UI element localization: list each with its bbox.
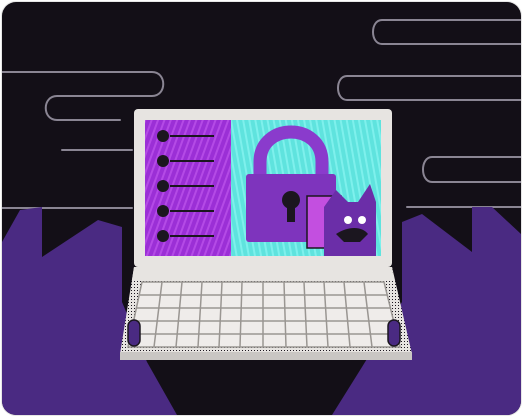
illustration-frame (2, 2, 521, 415)
bg-line-4 (2, 149, 133, 209)
laptop (120, 109, 412, 360)
laptop-base-top (132, 267, 394, 280)
keyboard (127, 281, 401, 348)
right-thumb (387, 319, 401, 347)
bg-line-5 (422, 156, 521, 183)
bg-line-1 (372, 19, 521, 45)
bg-line-3 (337, 75, 521, 101)
illustration-canvas (2, 19, 521, 415)
left-thumb (127, 319, 141, 347)
laptop-front-edge (120, 352, 412, 360)
